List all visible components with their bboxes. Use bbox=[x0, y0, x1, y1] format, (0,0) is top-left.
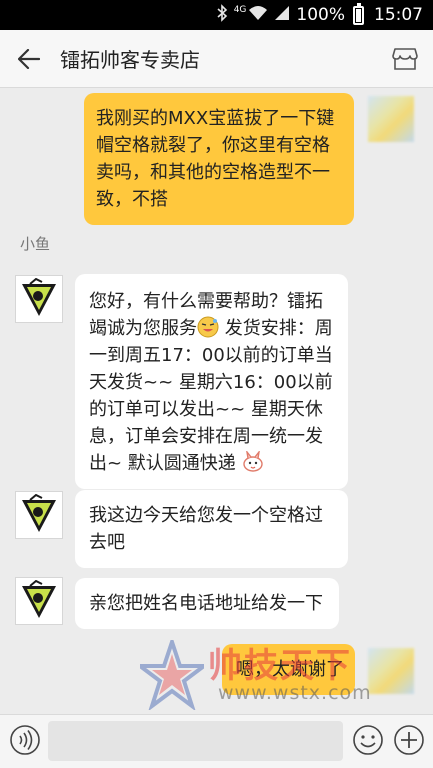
signal-icon bbox=[274, 5, 290, 25]
bluetooth-icon bbox=[216, 4, 228, 26]
shop-avatar[interactable] bbox=[15, 275, 63, 323]
input-bar bbox=[0, 714, 433, 768]
emoji-icon bbox=[353, 725, 383, 755]
message-bubble-received[interactable]: 亲您把姓名电话地址给发一下 bbox=[75, 578, 339, 629]
message-text: 嗯，太谢谢了 bbox=[236, 659, 344, 680]
sender-name: 小鱼 bbox=[20, 235, 51, 253]
voice-button[interactable] bbox=[9, 724, 41, 756]
wifi-icon bbox=[248, 5, 268, 25]
chat-area[interactable]: 我刚买的MXX宝蓝拔了一下键帽空格就裂了，你这里有空格卖吗，和其他的空格造型不一… bbox=[0, 88, 433, 714]
shop-logo-icon bbox=[22, 494, 56, 532]
plus-icon bbox=[394, 725, 424, 755]
message-bubble-received[interactable]: 我这边今天给您发一个空格过去吧 bbox=[75, 490, 348, 568]
shop-logo-icon bbox=[22, 580, 56, 618]
message-bubble-sent[interactable]: 我刚买的MXX宝蓝拔了一下键帽空格就裂了，你这里有空格卖吗，和其他的空格造型不一… bbox=[84, 93, 354, 225]
message-text: 我刚买的MXX宝蓝拔了一下键帽空格就裂了，你这里有空格卖吗，和其他的空格造型不一… bbox=[96, 108, 335, 210]
user-avatar[interactable] bbox=[368, 96, 414, 142]
battery-percent: 100% bbox=[296, 5, 345, 25]
emoji-button[interactable] bbox=[352, 724, 384, 756]
voice-icon bbox=[10, 725, 40, 755]
shop-logo-icon bbox=[22, 278, 56, 316]
message-text: 发货安排：周一到周五17：00以前的订单当天发货~~ 星期六16：00以前的订单… bbox=[89, 318, 333, 474]
clock: 15:07 bbox=[374, 5, 423, 25]
shop-avatar[interactable] bbox=[15, 577, 63, 625]
back-button[interactable] bbox=[0, 30, 58, 88]
store-icon bbox=[392, 48, 418, 70]
store-button[interactable] bbox=[391, 45, 419, 73]
chat-header: 镭拓帅客专卖店 bbox=[0, 30, 433, 88]
message-text: 亲您把姓名电话地址给发一下 bbox=[89, 593, 323, 614]
network-type: 4G bbox=[233, 5, 247, 15]
rabbit-emoji-icon bbox=[242, 449, 264, 473]
message-bubble-received[interactable]: 您好，有什么需要帮助？镭拓竭诚为您服务 发货安排：周一到周五17：00以前的订单… bbox=[75, 274, 348, 489]
message-input[interactable] bbox=[48, 721, 343, 761]
back-arrow-icon bbox=[18, 48, 40, 69]
battery-icon bbox=[353, 2, 364, 25]
more-button[interactable] bbox=[393, 724, 425, 756]
user-avatar[interactable] bbox=[368, 648, 414, 694]
shop-avatar[interactable] bbox=[15, 491, 63, 539]
message-text: 我这边今天给您发一个空格过去吧 bbox=[89, 505, 323, 553]
smile-emoji-icon bbox=[197, 316, 219, 338]
message-bubble-sent[interactable]: 嗯，太谢谢了 bbox=[222, 644, 355, 695]
status-bar: 4G 100% 15:07 bbox=[0, 0, 433, 30]
page-title: 镭拓帅客专卖店 bbox=[60, 48, 200, 72]
